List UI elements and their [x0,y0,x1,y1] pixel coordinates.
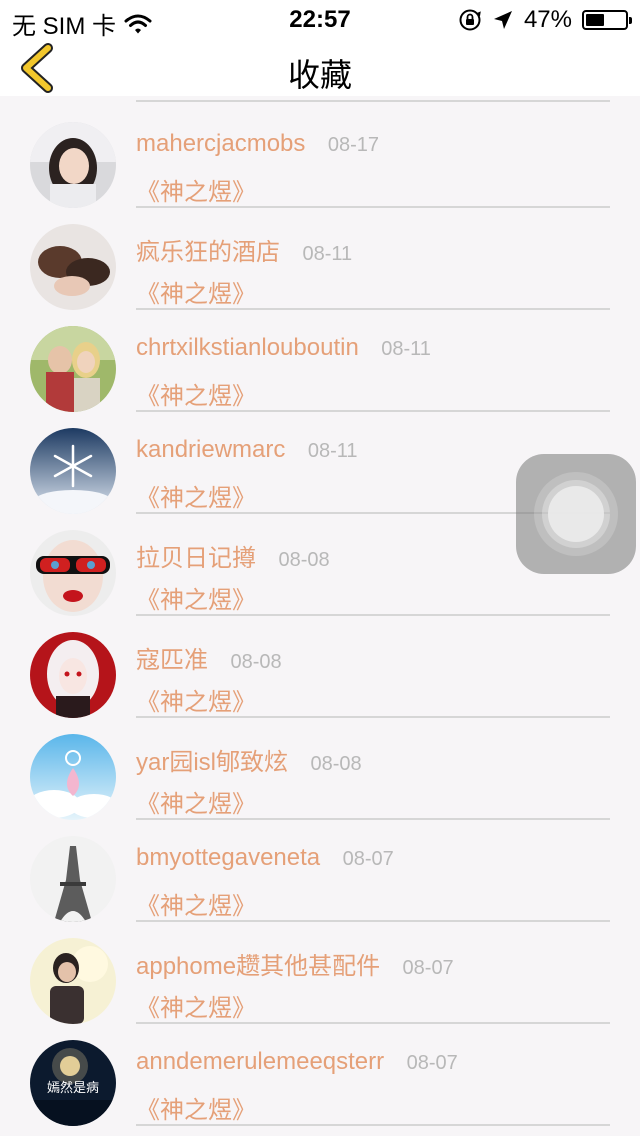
avatar [30,326,116,412]
book-title[interactable]: 《神之煜》 [136,172,256,207]
row-head: 疯乐狂的酒店 08-11 [136,232,352,267]
status-right: 47% [458,6,632,34]
book-title[interactable]: 《神之煜》 [136,988,256,1023]
user-name[interactable]: 疯乐狂的酒店 [136,239,280,266]
row-head: apphome趱其他甚配件 08-07 [136,946,454,981]
user-name[interactable]: mahercjacmobs [136,130,305,157]
nav-bar: 收藏 [0,40,640,96]
row-head: 寇匹准 08-08 [136,640,282,675]
book-title[interactable]: 《神之煜》 [136,580,256,615]
row-date: 08-07 [402,957,454,979]
row-head: bmyottegaveneta 08-07 [136,844,394,872]
divider [136,100,610,102]
avatar [30,632,116,718]
list-item[interactable]: 疯乐狂的酒店 08-11 《神之煜》 [0,206,640,310]
avatar [30,836,116,922]
battery-cap [629,17,632,24]
avatar-overlay-text: 嫣然是病 [47,1080,99,1096]
list-item[interactable]: 寇匹准 08-08 《神之煜》 [0,614,640,718]
row-head: anndemerulemeeqsterr 08-07 [136,1048,458,1076]
avatar [30,122,116,208]
battery-icon [582,10,632,30]
row-head: mahercjacmobs 08-17 [136,130,379,158]
avatar [30,224,116,310]
list-item[interactable]: bmyottegaveneta 08-07 《神之煜》 [0,818,640,922]
row-date: 08-07 [406,1052,458,1074]
row-date: 08-08 [310,753,362,775]
avatar [30,530,116,616]
row-date: 08-08 [230,651,282,673]
list-item[interactable]: mahercjacmobs 08-17 《神之煜》 [0,104,640,208]
user-name[interactable]: yar园isl郇致炫 [136,749,288,776]
avatar [30,734,116,820]
book-title[interactable]: 《神之煜》 [136,886,256,921]
user-name[interactable]: bmyottegaveneta [136,844,320,871]
page-title: 收藏 [287,57,352,93]
list-item[interactable]: apphome趱其他甚配件 08-07 《神之煜》 [0,920,640,1024]
avatar [30,938,116,1024]
battery-fill [586,14,604,26]
user-name[interactable]: chrtxilkstianlouboutin [136,334,359,361]
book-title[interactable]: 《神之煜》 [136,784,256,819]
battery-percent: 47% [523,6,572,33]
status-bar: 无 SIM 卡 22:57 47% [0,0,640,40]
user-name[interactable]: kandriewmarc [136,436,285,463]
row-head: 拉贝日记撙 08-08 [136,538,330,573]
book-title[interactable]: 《神之煜》 [136,478,256,513]
row-date: 08-11 [381,338,431,360]
rotation-lock-icon [459,9,481,31]
assistive-touch-icon [548,486,604,542]
avatar: 嫣然是病 [30,1040,116,1126]
list-item[interactable]: 嫣然是病 anndemerulemeeqsterr 08-07 《神之煜》 [0,1022,640,1126]
divider [136,1124,610,1126]
user-name[interactable]: anndemerulemeeqsterr [136,1048,384,1075]
assistive-touch-button[interactable] [516,454,636,574]
book-title[interactable]: 《神之煜》 [136,376,256,411]
screen: mahercjacmobs 08-17 《神之煜》 疯乐狂的酒店 08-11 《… [0,0,640,1136]
row-date: 08-08 [278,549,330,571]
row-date: 08-11 [302,243,353,265]
user-name[interactable]: 拉贝日记撙 [136,545,256,572]
user-name[interactable]: apphome趱其他甚配件 [136,953,380,980]
row-head: kandriewmarc 08-11 [136,436,358,464]
avatar [30,428,116,514]
user-name[interactable]: 寇匹准 [136,647,208,674]
row-date: 08-17 [327,134,380,156]
row-date: 08-07 [342,848,394,870]
book-title[interactable]: 《神之煜》 [136,274,256,309]
book-title[interactable]: 《神之煜》 [136,1090,256,1125]
list-item[interactable]: yar园isl郇致炫 08-08 《神之煜》 [0,716,640,820]
row-date: 08-11 [307,440,358,462]
book-title[interactable]: 《神之煜》 [136,682,256,717]
row-head: yar园isl郇致炫 08-08 [136,742,362,777]
list-item[interactable]: chrtxilkstianlouboutin 08-11 《神之煜》 [0,308,640,412]
row-head: chrtxilkstianlouboutin 08-11 [136,334,431,362]
location-arrow-icon [493,11,512,29]
